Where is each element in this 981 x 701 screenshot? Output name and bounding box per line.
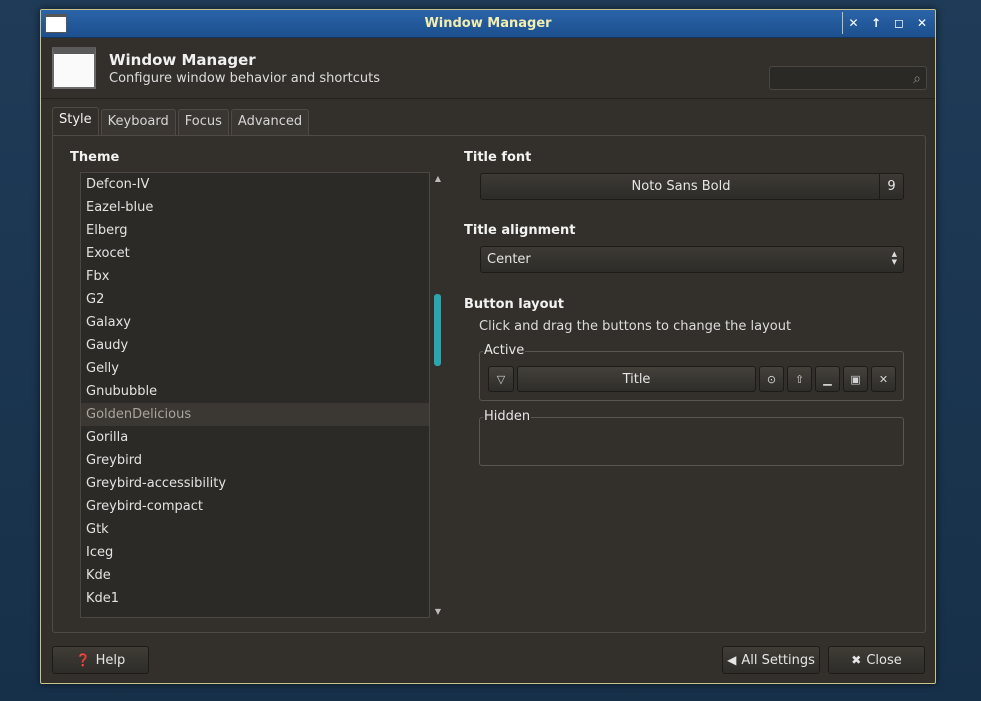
- minimize-layout-button[interactable]: ▁: [815, 366, 840, 392]
- titlebar[interactable]: Window Manager ✕ ↑ ◻ ✕: [41, 10, 935, 38]
- menu-triangle-icon: ▽: [496, 372, 506, 386]
- close-button[interactable]: ✖ Close: [828, 646, 925, 674]
- theme-list-item[interactable]: Greybird-compact: [81, 495, 429, 518]
- theme-list-item[interactable]: Elberg: [81, 219, 429, 242]
- close-label: Close: [866, 652, 902, 668]
- title-alignment-combo[interactable]: Center ▲ ▼: [480, 246, 904, 273]
- search-input[interactable]: [769, 66, 927, 90]
- title-font-button[interactable]: Noto Sans Bold 9: [480, 173, 904, 200]
- header-subtitle: Configure window behavior and shortcuts: [109, 71, 381, 86]
- title-font-size: 9: [879, 174, 903, 199]
- theme-list-item[interactable]: Gnububble: [81, 380, 429, 403]
- active-buttons-frame: Active ▽ Title ⊙ ⇧ ▁ ▣ ✕: [479, 343, 904, 401]
- tab-advanced[interactable]: Advanced: [230, 109, 310, 135]
- theme-list-item[interactable]: Gaudy: [81, 334, 429, 357]
- theme-label: Theme: [70, 150, 120, 165]
- title-alignment-label: Title alignment: [464, 223, 576, 238]
- theme-list-item[interactable]: Gtk: [81, 518, 429, 541]
- shade-layout-button[interactable]: ⇧: [787, 366, 812, 392]
- tab-keyboard[interactable]: Keyboard: [100, 109, 176, 135]
- theme-list-item[interactable]: G2: [81, 288, 429, 311]
- maximize-icon[interactable]: ◻: [888, 12, 910, 34]
- pin-icon[interactable]: ✕: [842, 12, 864, 34]
- help-label: Help: [95, 652, 126, 668]
- window-manager-icon: [52, 47, 96, 89]
- button-layout-hint: Click and drag the buttons to change the…: [479, 319, 792, 334]
- hidden-legend: Hidden: [483, 409, 532, 424]
- all-settings-label: All Settings: [741, 652, 815, 668]
- theme-list-item[interactable]: Galaxy: [81, 311, 429, 334]
- window-title: Window Manager: [424, 16, 552, 31]
- style-panel: Theme Defcon-IV Eazel-blue Elberg Exocet Fbx…: [52, 135, 926, 633]
- menu-button[interactable]: ▽: [488, 366, 514, 392]
- close-icon: ✕: [878, 372, 889, 386]
- dialog-header: Window Manager Configure window behavior…: [41, 39, 935, 99]
- theme-list-item[interactable]: Eazel-blue: [81, 196, 429, 219]
- theme-list-item[interactable]: Defcon-IV: [81, 173, 429, 196]
- header-title: Window Manager: [109, 51, 256, 69]
- theme-list[interactable]: Defcon-IV Eazel-blue Elberg Exocet Fbx G2 Gala…: [80, 172, 430, 618]
- combo-arrows-icon: ▲ ▼: [891, 250, 897, 266]
- tab-bar: Style Keyboard Focus Advanced: [52, 107, 311, 135]
- tab-style[interactable]: Style: [52, 107, 99, 135]
- stick-icon: ⊙: [766, 372, 777, 386]
- close-icon[interactable]: ✕: [911, 12, 933, 34]
- title-font-name: Noto Sans Bold: [631, 179, 731, 194]
- theme-scrollbar[interactable]: ▲ ▼: [432, 172, 444, 618]
- all-settings-button[interactable]: ◀ All Settings: [722, 646, 820, 674]
- theme-list-item[interactable]: Exocet: [81, 242, 429, 265]
- search-icon: ⌕: [913, 71, 921, 87]
- hidden-buttons-frame[interactable]: Hidden: [479, 409, 904, 466]
- theme-list-item[interactable]: GoldenDelicious: [81, 403, 429, 426]
- maximize-layout-button[interactable]: ▣: [843, 366, 868, 392]
- scroll-down-icon[interactable]: ▼: [432, 607, 444, 616]
- theme-list-item[interactable]: Fbx: [81, 265, 429, 288]
- button-layout-label: Button layout: [464, 297, 565, 312]
- help-button[interactable]: ❓ Help: [52, 646, 149, 674]
- theme-list-item[interactable]: Iceg: [81, 541, 429, 564]
- shade-icon[interactable]: ↑: [865, 12, 887, 34]
- tab-focus[interactable]: Focus: [177, 109, 229, 135]
- shade-icon: ⇧: [794, 372, 805, 386]
- title-alignment-value: Center: [487, 252, 531, 267]
- theme-list-item[interactable]: Gelly: [81, 357, 429, 380]
- minimize-icon: ▁: [823, 372, 832, 386]
- maximize-icon: ▣: [850, 372, 861, 386]
- help-icon: ❓: [75, 653, 91, 667]
- theme-list-item[interactable]: Gorilla: [81, 426, 429, 449]
- back-arrow-icon: ◀: [727, 653, 737, 667]
- scroll-up-icon[interactable]: ▲: [432, 174, 444, 183]
- close-layout-button[interactable]: ✕: [871, 366, 896, 392]
- stick-button[interactable]: ⊙: [759, 366, 784, 392]
- scroll-thumb[interactable]: [434, 294, 441, 366]
- theme-list-item[interactable]: Kde: [81, 564, 429, 587]
- active-legend: Active: [483, 343, 526, 358]
- title-layout-button[interactable]: Title: [517, 366, 756, 392]
- theme-list-item[interactable]: Greybird-accessibility: [81, 472, 429, 495]
- title-font-label: Title font: [464, 150, 532, 165]
- close-icon: ✖: [851, 653, 862, 667]
- window-manager-window: Window Manager ✕ ↑ ◻ ✕ Window Manager Co…: [40, 9, 936, 684]
- theme-list-item[interactable]: Greybird: [81, 449, 429, 472]
- theme-list-item[interactable]: Kde1: [81, 587, 429, 610]
